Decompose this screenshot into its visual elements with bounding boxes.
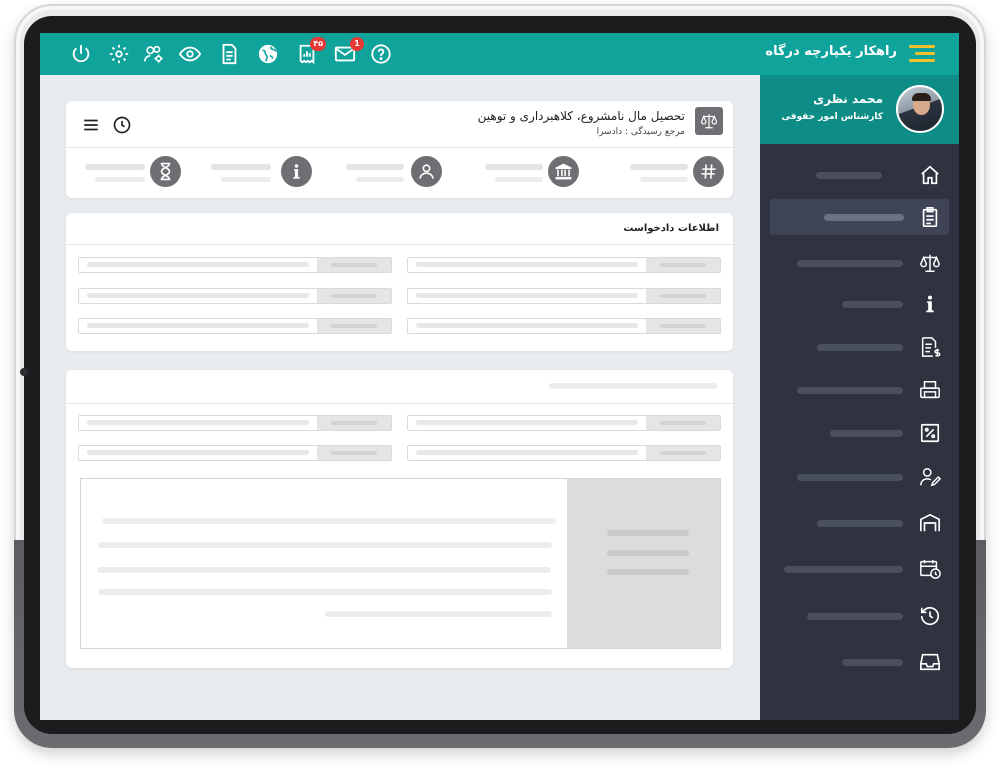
detail-field[interactable] [78, 415, 392, 431]
inbox-icon [919, 651, 941, 673]
history-icon [919, 605, 941, 627]
petition-field[interactable] [78, 318, 392, 334]
calendar-clock-icon [919, 558, 941, 580]
eye-icon[interactable] [178, 43, 202, 65]
printer-icon [919, 379, 941, 401]
person-icon [411, 156, 442, 187]
hourglass-icon [150, 156, 181, 187]
profile-panel[interactable]: محمد نظری کارشناس امور حقوقی [760, 75, 959, 144]
description-box[interactable] [80, 478, 721, 649]
case-subtitle: مرجع رسیدگی : دادسرا [596, 127, 685, 137]
home-icon [919, 164, 941, 186]
report-icon[interactable]: ۴۵ [296, 37, 326, 65]
detail-field[interactable] [407, 445, 721, 461]
sidebar-item-percent[interactable] [770, 415, 949, 451]
clock-icon[interactable] [112, 115, 132, 135]
info-icon [281, 156, 312, 187]
petition-field[interactable] [407, 318, 721, 334]
sidebar-item-home[interactable] [770, 157, 949, 193]
menu-icon[interactable] [82, 116, 100, 134]
user-role: کارشناس امور حقوقی [781, 112, 883, 122]
petition-field[interactable] [78, 288, 392, 304]
menu-toggle-icon[interactable] [909, 45, 935, 63]
document-icon[interactable] [218, 43, 240, 65]
users-settings-icon[interactable] [143, 43, 165, 65]
avatar [896, 85, 944, 133]
sidebar-item-calendar[interactable] [770, 551, 949, 587]
sidebar-item-scales[interactable] [770, 245, 949, 281]
brand-title: راهکار یکپارچه درگاه [765, 44, 897, 59]
detail-field[interactable] [78, 445, 392, 461]
petition-field[interactable] [78, 257, 392, 273]
description-label-panel [567, 479, 720, 648]
help-icon[interactable] [370, 43, 392, 65]
sidebar-item-info[interactable] [770, 286, 949, 322]
case-header-card: تحصیل مال نامشروع، کلاهبرداری و توهین مر… [66, 101, 733, 198]
scales-icon [919, 252, 941, 274]
warehouse-icon [919, 512, 941, 534]
scales-badge-icon [695, 107, 723, 135]
hash-icon [693, 156, 724, 187]
petition-info-card: اطلاعات دادخواست [66, 213, 733, 351]
petition-field[interactable] [407, 257, 721, 273]
detail-field[interactable] [407, 415, 721, 431]
app-screen: راهکار یکپارچه درگاه ۴۵ 1 محمد نظری کارش… [40, 33, 959, 720]
user-name: محمد نظری [813, 92, 883, 106]
power-icon[interactable] [70, 43, 92, 65]
mail-badge: 1 [350, 37, 364, 51]
sidebar-item-printer[interactable] [770, 372, 949, 408]
sidebar-item-warehouse[interactable] [770, 505, 949, 541]
petition-field[interactable] [407, 288, 721, 304]
sidebar-item-clipboard[interactable] [770, 199, 949, 235]
court-icon [548, 156, 579, 187]
top-bar: راهکار یکپارچه درگاه ۴۵ 1 [40, 33, 959, 75]
sidebar-item-history[interactable] [770, 598, 949, 634]
sidebar-item-invoice[interactable] [770, 329, 949, 365]
gear-icon[interactable] [108, 43, 130, 65]
sidebar-item-inbox[interactable] [770, 644, 949, 680]
clipboard-icon [919, 206, 941, 228]
sidebar: محمد نظری کارشناس امور حقوقی [760, 75, 959, 720]
detail-card [66, 370, 733, 668]
report-badge: ۴۵ [310, 37, 326, 51]
petition-title: اطلاعات دادخواست [623, 223, 719, 234]
camera-icon [20, 368, 28, 376]
case-title: تحصیل مال نامشروع، کلاهبرداری و توهین [477, 109, 685, 123]
mail-icon[interactable]: 1 [334, 37, 364, 65]
sidebar-item-user-edit[interactable] [770, 459, 949, 495]
user-edit-icon [919, 466, 942, 488]
info-icon [919, 293, 941, 315]
invoice-icon [919, 336, 941, 358]
percent-icon [919, 422, 941, 444]
globe-icon[interactable] [257, 43, 279, 65]
